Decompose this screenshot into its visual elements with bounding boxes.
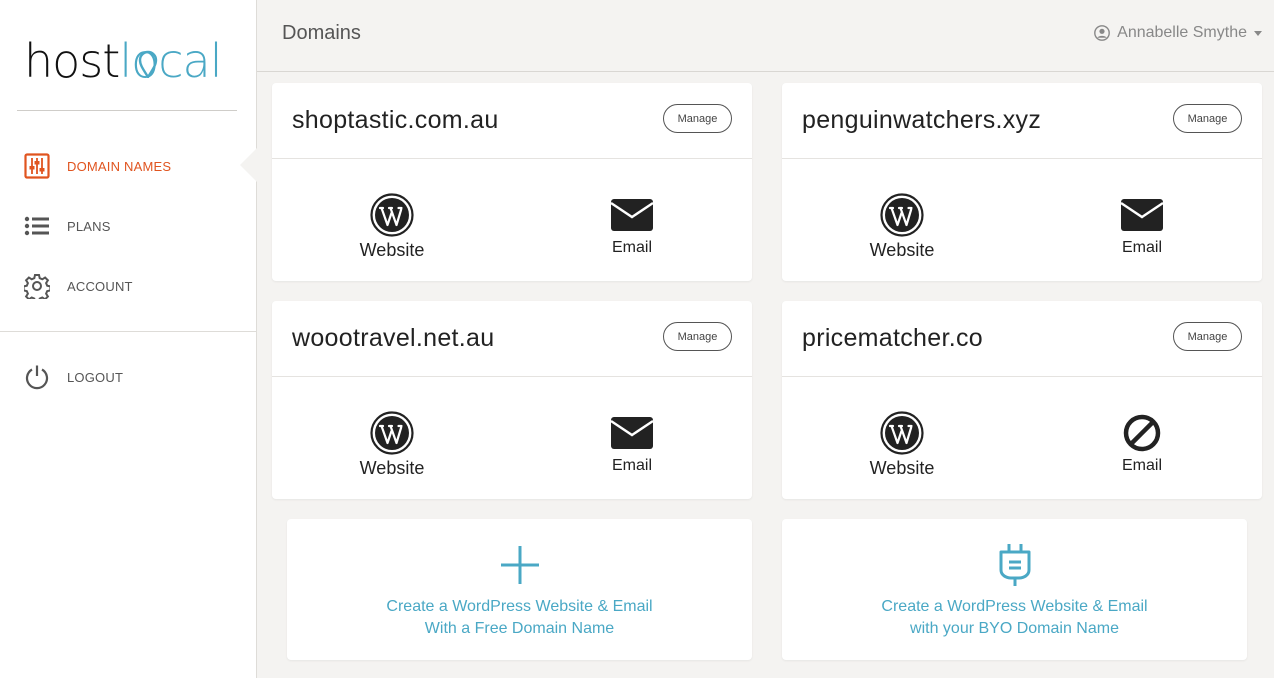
power-icon xyxy=(24,364,50,390)
domain-name: shoptastic.com.au xyxy=(292,106,499,134)
plug-icon xyxy=(993,543,1037,587)
email-service[interactable]: Email xyxy=(572,411,692,475)
domain-card-header: woootravel.net.au Manage xyxy=(272,301,752,377)
domain-card: shoptastic.com.au Manage Website Email xyxy=(272,83,752,281)
envelope-icon xyxy=(610,411,654,455)
sidebar-item-plans[interactable]: PLANS xyxy=(0,206,257,246)
website-service[interactable]: Website xyxy=(842,193,962,261)
website-label: Website xyxy=(869,458,935,478)
domain-card: pricematcher.co Manage Website Email xyxy=(782,301,1262,499)
create-with-free-domain-button[interactable]: Create a WordPress Website & Email With … xyxy=(287,519,752,660)
location-pin-icon xyxy=(138,50,158,78)
logo-text-host: host xyxy=(24,34,120,88)
email-label: Email xyxy=(1121,457,1162,474)
manage-button[interactable]: Manage xyxy=(663,104,732,133)
email-label: Email xyxy=(1121,239,1162,256)
domain-card: woootravel.net.au Manage Website Email xyxy=(272,301,752,499)
domain-card-header: penguinwatchers.xyz Manage xyxy=(782,83,1262,159)
no-email-icon xyxy=(1120,411,1164,455)
nav-divider xyxy=(0,331,257,332)
website-label: Website xyxy=(869,240,935,260)
logo-text-local: local xyxy=(119,34,222,88)
cta-line-1: Create a WordPress Website & Email xyxy=(881,598,1148,615)
envelope-icon xyxy=(1120,193,1164,237)
gear-icon xyxy=(24,273,50,299)
cta-line-1: Create a WordPress Website & Email xyxy=(386,598,653,615)
manage-button[interactable]: Manage xyxy=(1173,322,1242,351)
manage-button[interactable]: Manage xyxy=(1173,104,1242,133)
email-service[interactable]: Email xyxy=(572,193,692,257)
wordpress-icon xyxy=(880,193,924,237)
create-with-byo-domain-button[interactable]: Create a WordPress Website & Email with … xyxy=(782,519,1247,660)
plus-icon xyxy=(498,543,542,587)
email-label: Email xyxy=(611,457,652,474)
sidebar-item-label: DOMAIN NAMES xyxy=(67,158,172,174)
page-title: Domains xyxy=(282,22,361,44)
sidebar-item-account[interactable]: ACCOUNT xyxy=(0,266,257,306)
sidebar-item-label: LOGOUT xyxy=(67,369,124,385)
sidebar-item-domain-names[interactable]: DOMAIN NAMES xyxy=(0,146,257,186)
domain-card-header: shoptastic.com.au Manage xyxy=(272,83,752,159)
cta-line-2: With a Free Domain Name xyxy=(424,620,615,637)
wordpress-icon xyxy=(370,411,414,455)
chevron-down-icon xyxy=(1254,30,1262,36)
website-service[interactable]: Website xyxy=(332,411,452,479)
cta-line-2: with your BYO Domain Name xyxy=(910,620,1119,637)
email-service[interactable]: Email xyxy=(1082,411,1202,475)
domain-name: woootravel.net.au xyxy=(292,324,495,352)
website-label: Website xyxy=(359,240,425,260)
user-name: Annabelle Smythe xyxy=(1117,24,1247,41)
sidebar-item-label: ACCOUNT xyxy=(67,278,133,294)
envelope-icon xyxy=(610,193,654,237)
manage-button[interactable]: Manage xyxy=(663,322,732,351)
domain-card: penguinwatchers.xyz Manage Website Email xyxy=(782,83,1262,281)
email-service[interactable]: Email xyxy=(1082,193,1202,257)
domain-name: pricematcher.co xyxy=(802,324,983,352)
wordpress-icon xyxy=(880,411,924,455)
website-service[interactable]: Website xyxy=(842,411,962,479)
website-service[interactable]: Website xyxy=(332,193,452,261)
email-label: Email xyxy=(611,239,652,256)
sidebar-item-label: PLANS xyxy=(67,218,111,234)
top-header: Domains Annabelle Smythe xyxy=(257,0,1274,72)
user-avatar-icon xyxy=(1094,25,1111,41)
user-menu[interactable]: Annabelle Smythe xyxy=(1094,24,1262,42)
sliders-icon xyxy=(24,153,50,179)
sidebar-item-logout[interactable]: LOGOUT xyxy=(0,357,257,397)
sidebar: host local DOMAIN NAMES PLANS ACCOUNT LO… xyxy=(0,0,257,678)
list-icon xyxy=(24,213,50,239)
wordpress-icon xyxy=(370,193,414,237)
hostlocal-logo[interactable]: host local xyxy=(24,24,223,88)
active-nav-pointer xyxy=(240,148,257,182)
logo-divider xyxy=(17,110,237,111)
website-label: Website xyxy=(359,458,425,478)
domain-name: penguinwatchers.xyz xyxy=(802,106,1042,134)
domain-card-header: pricematcher.co Manage xyxy=(782,301,1262,377)
